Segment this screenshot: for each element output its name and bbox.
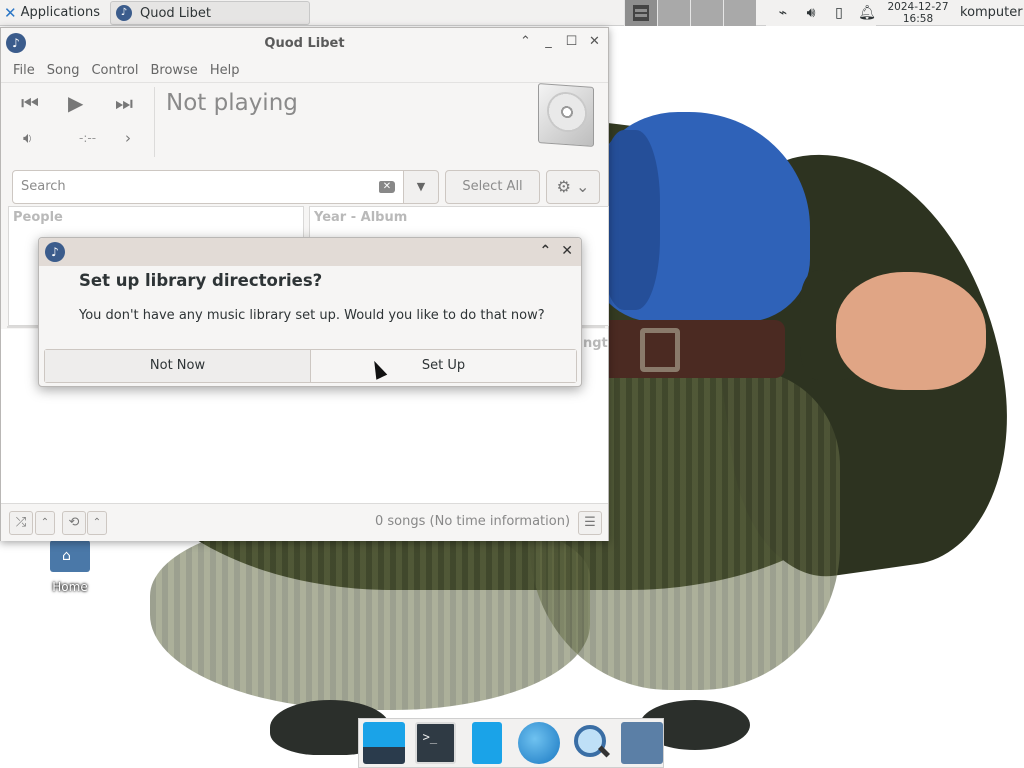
applications-menu[interactable]: ✕ Applications bbox=[0, 0, 104, 26]
web-browser-icon[interactable] bbox=[518, 722, 560, 764]
menu-file[interactable]: File bbox=[7, 63, 41, 78]
panel-clock[interactable]: 2024-12-27 16:58 bbox=[884, 1, 952, 25]
length-column-header[interactable]: ngt bbox=[583, 336, 608, 351]
dialog-shade-button[interactable]: ⌃ bbox=[540, 243, 552, 259]
menu-song[interactable]: Song bbox=[41, 63, 86, 78]
people-pane-header[interactable]: People bbox=[9, 207, 303, 228]
xfce-logo-icon: ✕ bbox=[4, 3, 17, 22]
taskbar-button-label: Quod Libet bbox=[140, 5, 212, 21]
song-count-status: 0 songs (No time information) bbox=[375, 514, 571, 529]
dialog-heading: Set up library directories? bbox=[79, 271, 323, 290]
library-setup-dialog: ♪ ⌃ ✕ Set up library directories? You do… bbox=[38, 237, 582, 387]
desktop-home-icon[interactable]: ⌂ Home bbox=[40, 535, 100, 594]
dialog-body-text: You don't have any music library set up.… bbox=[79, 308, 545, 323]
terminal-icon[interactable]: >_ bbox=[414, 722, 457, 764]
user-menu[interactable]: komputer bbox=[960, 0, 1023, 26]
window-title: Quod Libet bbox=[264, 35, 345, 51]
desktop-home-label: Home bbox=[52, 580, 88, 594]
clear-search-icon[interactable]: ✕ bbox=[379, 181, 395, 193]
player-controls: ⏮︎ ▶ ⏭︎ 🔉︎ -:-- › Not playing bbox=[1, 82, 608, 160]
show-desktop-icon[interactable] bbox=[363, 722, 405, 764]
workspace-2[interactable] bbox=[657, 0, 690, 26]
shuffle-options-chevron-icon[interactable]: ⌃ bbox=[35, 511, 55, 535]
folder-icon[interactable] bbox=[621, 722, 663, 764]
taskbar-button-quodlibet[interactable]: ♪ Quod Libet bbox=[110, 1, 310, 25]
app-finder-icon[interactable] bbox=[569, 722, 612, 764]
window-titlebar[interactable]: ♪ Quod Libet ⌃ _ ☐ ✕ bbox=[1, 28, 608, 58]
workspace-3[interactable] bbox=[690, 0, 723, 26]
menu-browse[interactable]: Browse bbox=[144, 63, 203, 78]
dock: >_ bbox=[358, 718, 664, 768]
album-pane-header[interactable]: Year - Album bbox=[310, 207, 608, 228]
gear-icon[interactable]: ⚙ ⌄ bbox=[546, 170, 600, 204]
dialog-titlebar[interactable]: ♪ ⌃ ✕ bbox=[39, 238, 581, 266]
window-close-button[interactable]: ✕ bbox=[587, 34, 602, 49]
now-playing-label: Not playing bbox=[166, 90, 298, 116]
quodlibet-logo-icon: ♪ bbox=[6, 33, 26, 53]
clock-time: 16:58 bbox=[902, 13, 934, 25]
home-folder-icon: ⌂ bbox=[50, 535, 90, 572]
workspace-4[interactable] bbox=[723, 0, 756, 26]
status-bar: ⤮ ⌃ ⟲ ⌃ 0 songs (No time information) ☰ bbox=[1, 503, 608, 541]
quodlibet-logo-icon: ♪ bbox=[116, 5, 132, 21]
window-shade-button[interactable]: ⌃ bbox=[518, 34, 533, 49]
file-manager-icon[interactable] bbox=[472, 722, 503, 764]
divider bbox=[154, 87, 155, 157]
workspace-1[interactable] bbox=[624, 0, 657, 26]
quodlibet-logo-icon: ♪ bbox=[45, 242, 65, 262]
search-input[interactable]: Search ✕ bbox=[12, 170, 404, 204]
window-minimize-button[interactable]: _ bbox=[541, 34, 556, 49]
volume-icon[interactable]: 🔉︎ bbox=[23, 129, 32, 147]
time-display: -:-- bbox=[79, 131, 97, 145]
search-placeholder: Search bbox=[21, 179, 66, 194]
volume-tray-icon[interactable]: 🔊︎ bbox=[802, 5, 820, 21]
dialog-button-row: Not Now Set Up bbox=[44, 349, 577, 383]
menu-help[interactable]: Help bbox=[204, 63, 246, 78]
workspace-switcher bbox=[624, 0, 756, 26]
select-all-button[interactable]: Select All bbox=[445, 170, 540, 204]
not-now-button[interactable]: Not Now bbox=[45, 350, 311, 382]
repeat-icon[interactable]: ⟲ bbox=[62, 511, 86, 535]
chevron-right-icon[interactable]: › bbox=[125, 129, 131, 147]
search-history-dropdown[interactable]: ▼ bbox=[403, 170, 439, 204]
window-maximize-button[interactable]: ☐ bbox=[564, 34, 579, 49]
skip-previous-icon[interactable]: ⏮︎ bbox=[21, 91, 39, 115]
notification-bell-icon[interactable]: 🔔︎ bbox=[858, 5, 876, 21]
search-bar: Search ✕ ▼ Select All ⚙ ⌄ bbox=[1, 160, 608, 204]
clock-date: 2024-12-27 bbox=[887, 1, 949, 13]
top-panel: ✕ Applications ♪ Quod Libet ⌁ 🔊︎ ▯ 🔔︎ 20… bbox=[0, 0, 1024, 26]
set-up-button[interactable]: Set Up bbox=[311, 350, 576, 382]
queue-list-icon[interactable]: ☰ bbox=[578, 511, 602, 535]
cd-case-icon[interactable] bbox=[538, 83, 594, 147]
dialog-close-button[interactable]: ✕ bbox=[561, 243, 573, 259]
play-icon[interactable]: ▶ bbox=[68, 91, 83, 115]
skip-next-icon[interactable]: ⏭︎ bbox=[115, 91, 133, 115]
menu-control[interactable]: Control bbox=[85, 63, 144, 78]
repeat-options-chevron-icon[interactable]: ⌃ bbox=[87, 511, 107, 535]
applications-label: Applications bbox=[20, 5, 100, 20]
network-icon[interactable]: ⌁ bbox=[774, 5, 792, 21]
menubar: File Song Control Browse Help bbox=[1, 58, 608, 82]
system-tray: ⌁ 🔊︎ ▯ 🔔︎ bbox=[766, 0, 876, 26]
battery-icon[interactable]: ▯ bbox=[830, 5, 848, 21]
shuffle-icon[interactable]: ⤮ bbox=[9, 511, 33, 535]
